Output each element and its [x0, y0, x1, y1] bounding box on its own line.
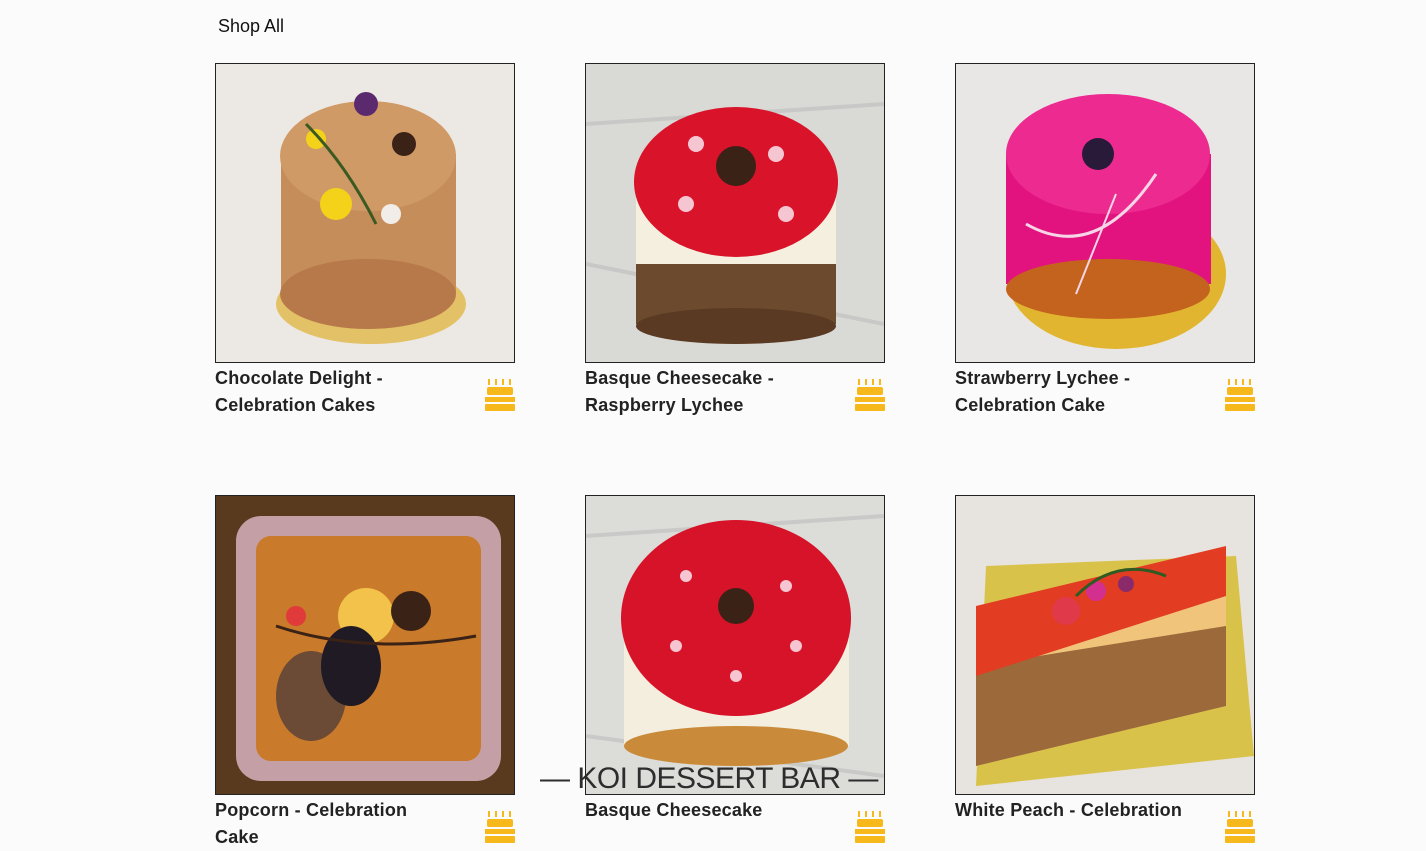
- product-name[interactable]: Basque Cheesecake: [585, 797, 815, 824]
- brand-banner: — KOI DESSERT BAR —: [540, 762, 878, 795]
- product-name[interactable]: Basque Cheesecake - Raspberry Lychee: [585, 365, 815, 419]
- product-name[interactable]: Chocolate Delight - Celebration Cakes: [215, 365, 445, 419]
- product-name[interactable]: Strawberry Lychee - Celebration Cake: [955, 365, 1185, 419]
- chocolate-delight-cake-image[interactable]: [215, 63, 515, 363]
- basque-cheesecake-image[interactable]: [585, 495, 885, 795]
- product-card[interactable]: Basque Cheesecake: [585, 495, 885, 795]
- product-name[interactable]: Popcorn - Celebration Cake: [215, 797, 445, 851]
- birthday-cake-icon[interactable]: [855, 377, 885, 411]
- product-card[interactable]: Popcorn - Celebration Cake: [215, 495, 515, 847]
- product-card[interactable]: White Peach - Celebration: [955, 495, 1255, 795]
- shop-all-link[interactable]: Shop All: [218, 16, 284, 37]
- birthday-cake-icon[interactable]: [485, 809, 515, 843]
- product-card[interactable]: Strawberry Lychee - Celebration Cake: [955, 63, 1255, 415]
- popcorn-cake-image[interactable]: [215, 495, 515, 795]
- birthday-cake-icon[interactable]: [1225, 377, 1255, 411]
- basque-cheesecake-raspberry-image[interactable]: [585, 63, 885, 363]
- birthday-cake-icon[interactable]: [855, 809, 885, 843]
- white-peach-cake-image[interactable]: [955, 495, 1255, 795]
- product-card[interactable]: Basque Cheesecake - Raspberry Lychee: [585, 63, 885, 415]
- product-card[interactable]: Chocolate Delight - Celebration Cakes: [215, 63, 515, 415]
- product-name[interactable]: White Peach - Celebration: [955, 797, 1185, 824]
- birthday-cake-icon[interactable]: [1225, 809, 1255, 843]
- strawberry-lychee-cake-image[interactable]: [955, 63, 1255, 363]
- birthday-cake-icon[interactable]: [485, 377, 515, 411]
